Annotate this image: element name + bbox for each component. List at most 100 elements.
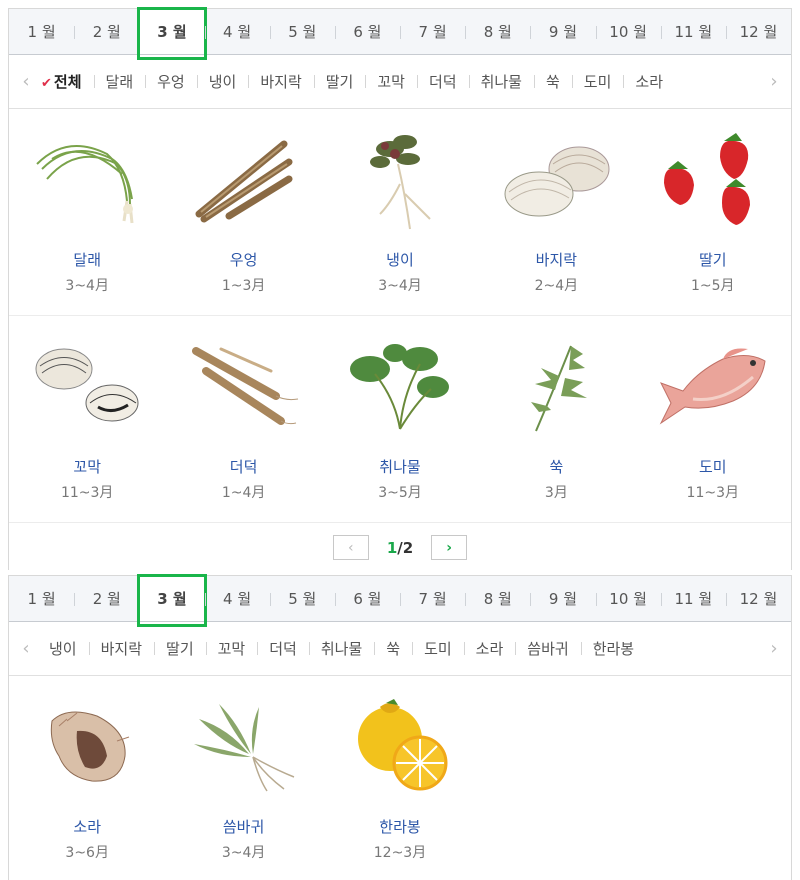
tab-month-3[interactable]: 3 월 (137, 574, 207, 627)
category-item[interactable]: 소라 (623, 71, 675, 92)
chevron-right-icon[interactable]: › (763, 638, 785, 659)
category-item[interactable]: 냉이 (196, 71, 249, 92)
burdock-illustration (165, 109, 321, 249)
tab-month-4[interactable]: 4 월 (204, 576, 270, 621)
category-item[interactable]: 달래 (93, 71, 146, 92)
tab-month-2[interactable]: 2 월 (74, 9, 139, 54)
food-name: 소라 (73, 818, 101, 836)
category-label: 전체 (53, 73, 82, 91)
tab-month-4[interactable]: 4 월 (204, 9, 270, 54)
category-item[interactable]: 쑥 (374, 638, 412, 659)
prev-page-button[interactable]: ‹ (332, 535, 369, 560)
food-card[interactable]: 소라 3~6月 (9, 676, 165, 880)
category-item[interactable]: 소라 (463, 638, 516, 659)
total-pages: /2 (397, 538, 414, 557)
chwinamul-illustration (322, 316, 478, 456)
food-card[interactable]: 우엉 1~3月 (165, 109, 321, 315)
seasonal-food-panel-bottom: 1 월 2 월 3 월 4 월 5 월 6 월 7 월 8 월 9 월 10 월… (8, 574, 792, 880)
food-card[interactable]: 바지락 2~4月 (478, 109, 634, 315)
tab-month-8[interactable]: 8 월 (465, 9, 530, 54)
month-tabs: 1 월 2 월 3 월 4 월 5 월 6 월 7 월 8 월 9 월 10 월… (9, 574, 791, 627)
tab-month-7[interactable]: 7 월 (400, 576, 465, 621)
tab-month-5[interactable]: 5 월 (269, 576, 335, 621)
tab-month-5[interactable]: 5 월 (269, 9, 335, 54)
category-item[interactable]: 도미 (412, 638, 464, 659)
chevron-left-icon[interactable]: ‹ (15, 638, 37, 659)
food-name: 더덕 (229, 458, 258, 476)
food-name: 도미 (698, 458, 727, 476)
category-item[interactable]: 더덕 (416, 71, 469, 92)
food-card[interactable]: 더덕 1~4月 (165, 316, 321, 522)
food-card[interactable]: 취나물 3~5月 (322, 316, 478, 522)
category-item[interactable]: 바지락 (88, 638, 154, 659)
food-name: 한라봉 (379, 818, 421, 836)
food-season: 3月 (544, 485, 568, 501)
shepherds-purse-illustration (322, 109, 478, 249)
food-card[interactable]: 도미 11~3月 (635, 316, 791, 522)
current-page: 1 (386, 538, 398, 557)
food-name: 우엉 (229, 251, 258, 269)
food-name: 딸기 (698, 251, 727, 269)
chevron-left-icon: ‹ (348, 539, 354, 556)
tab-month-11[interactable]: 11 월 (660, 576, 726, 621)
food-name: 꼬막 (73, 458, 101, 476)
food-season: 2~4月 (534, 278, 579, 294)
category-item[interactable]: 우엉 (145, 71, 197, 92)
chevron-left-icon[interactable]: ‹ (15, 71, 37, 92)
tab-month-10[interactable]: 10 월 (595, 9, 661, 54)
food-season: 11~3月 (60, 485, 114, 501)
category-item[interactable]: 꼬막 (365, 71, 417, 92)
food-grid-row: 달래 3~4月 우엉 1~3月 냉이 3~4月 바지락 2~4月 딸기 1~5月 (9, 109, 791, 316)
food-card[interactable]: 꼬막 11~3月 (9, 316, 165, 522)
category-item[interactable]: 한라봉 (580, 638, 646, 659)
tab-month-9[interactable]: 9 월 (530, 9, 595, 54)
cockle-illustration (9, 316, 165, 456)
category-item[interactable]: 냉이 (37, 638, 89, 659)
tab-month-9[interactable]: 9 월 (530, 576, 595, 621)
food-card[interactable]: 한라봉 12~3月 (322, 676, 478, 880)
food-card[interactable]: 쑥 3月 (478, 316, 634, 522)
category-item[interactable]: 도미 (571, 71, 624, 92)
tab-month-2[interactable]: 2 월 (74, 576, 139, 621)
page-indicator: 1/2 (387, 539, 413, 557)
tab-month-6[interactable]: 6 월 (334, 576, 400, 621)
food-name: 냉이 (386, 251, 414, 269)
category-bar: ‹ 냉이 바지락 딸기 꼬막 더덕 취나물 쑥 도미 소라 씀바귀 한라봉 › (9, 622, 791, 676)
tab-month-6[interactable]: 6 월 (334, 9, 400, 54)
food-name: 쑥 (549, 458, 564, 476)
category-item[interactable]: 꼬막 (205, 638, 258, 659)
category-item[interactable]: 바지락 (248, 71, 313, 92)
category-item[interactable]: 딸기 (313, 71, 366, 92)
clam-illustration (478, 109, 634, 249)
category-bar: ‹ ✔ 전체 달래 우엉 냉이 바지락 딸기 꼬막 더덕 취나물 쑥 도미 소라 … (9, 55, 791, 109)
food-card[interactable]: 딸기 1~5月 (635, 109, 791, 315)
tab-month-10[interactable]: 10 월 (595, 576, 661, 621)
tab-month-7[interactable]: 7 월 (400, 9, 465, 54)
chevron-right-icon[interactable]: › (763, 71, 785, 92)
tab-month-12[interactable]: 12 월 (725, 576, 791, 621)
food-season: 3~4月 (65, 278, 109, 294)
conch-illustration (9, 676, 165, 816)
food-season: 1~3月 (221, 278, 266, 294)
food-season: 1~4月 (221, 485, 266, 501)
tab-month-1[interactable]: 1 월 (9, 576, 74, 621)
tab-month-3[interactable]: 3 월 (137, 7, 207, 60)
food-name: 취나물 (379, 458, 421, 476)
food-season: 12~3月 (373, 845, 427, 861)
category-item[interactable]: 씀바귀 (515, 638, 580, 659)
category-item[interactable]: 쑥 (533, 71, 572, 92)
food-card[interactable]: 냉이 3~4月 (322, 109, 478, 315)
next-page-button[interactable]: › (431, 535, 468, 560)
tab-month-11[interactable]: 11 월 (660, 9, 726, 54)
food-card[interactable]: 달래 3~4月 (9, 109, 165, 315)
hallabong-illustration (322, 676, 478, 816)
tab-month-1[interactable]: 1 월 (9, 9, 74, 54)
category-all[interactable]: ✔ 전체 (37, 71, 94, 92)
food-card[interactable]: 씀바귀 3~4月 (165, 676, 321, 880)
category-item[interactable]: 더덕 (257, 638, 309, 659)
category-item[interactable]: 취나물 (308, 638, 374, 659)
tab-month-8[interactable]: 8 월 (465, 576, 530, 621)
category-item[interactable]: 취나물 (468, 71, 534, 92)
category-item[interactable]: 딸기 (154, 638, 206, 659)
tab-month-12[interactable]: 12 월 (725, 9, 791, 54)
